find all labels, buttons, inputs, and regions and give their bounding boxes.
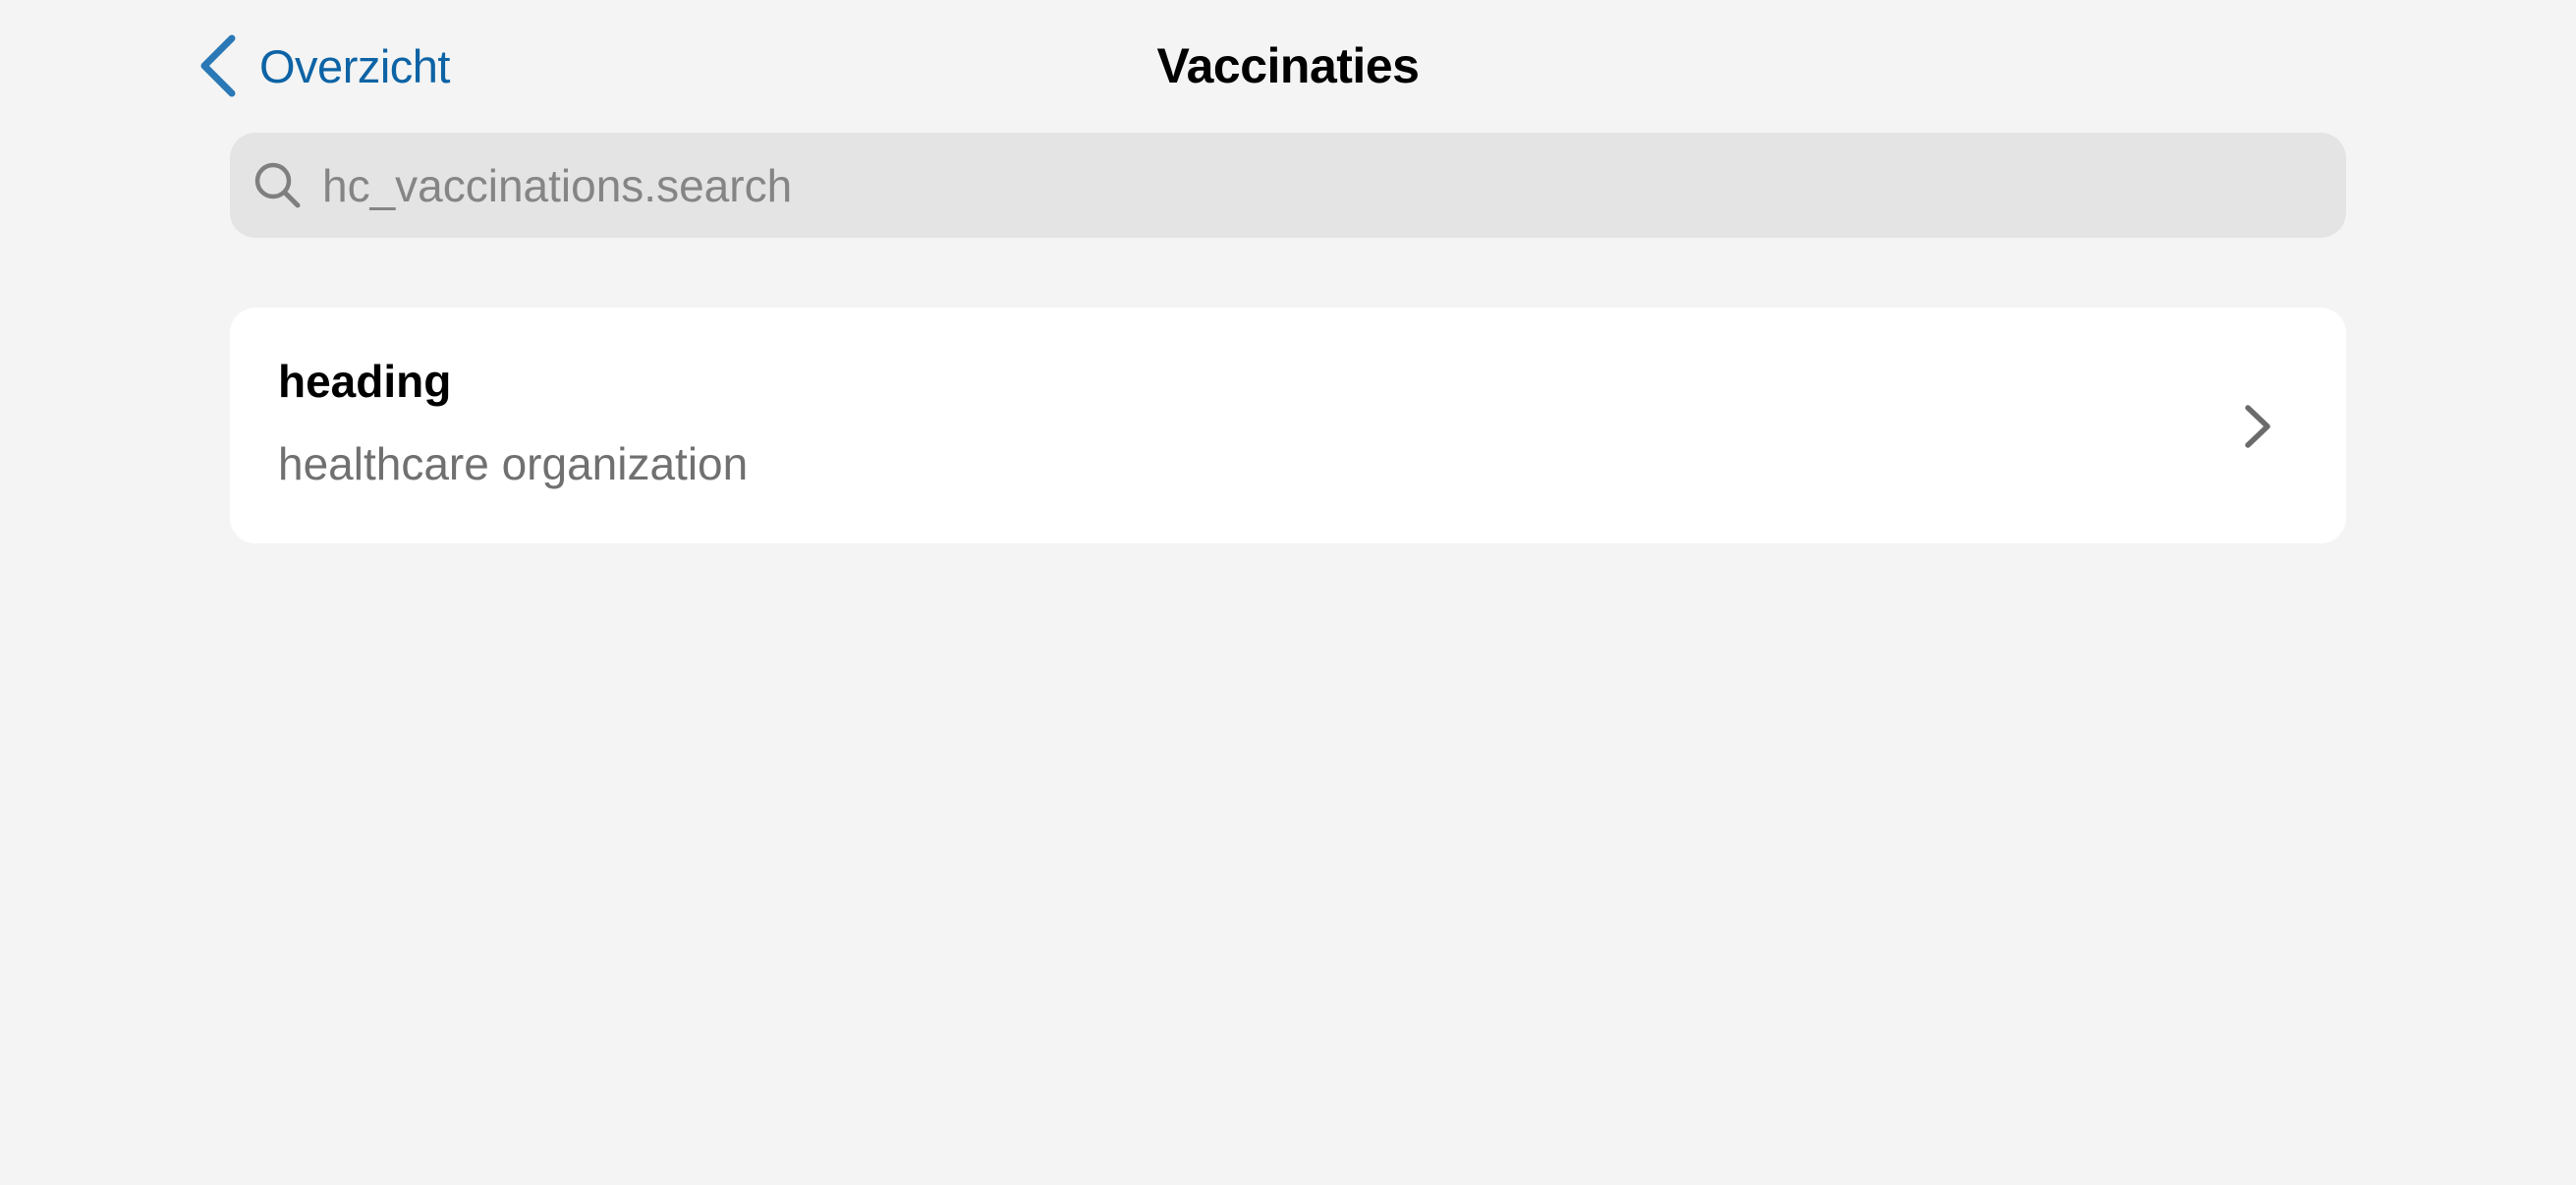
list-item-heading: heading [278,356,452,407]
search-icon [254,162,301,207]
search-bar[interactable] [230,133,2346,238]
navigation-bar: Overzicht Vaccinaties [0,0,2576,128]
search-input[interactable] [320,157,2346,213]
list-item[interactable]: heading healthcare organization [230,308,2346,543]
list-item-subtitle: healthcare organization [278,438,749,489]
page-title: Vaccinaties [1156,38,1420,93]
chevron-right-icon [2245,405,2270,448]
